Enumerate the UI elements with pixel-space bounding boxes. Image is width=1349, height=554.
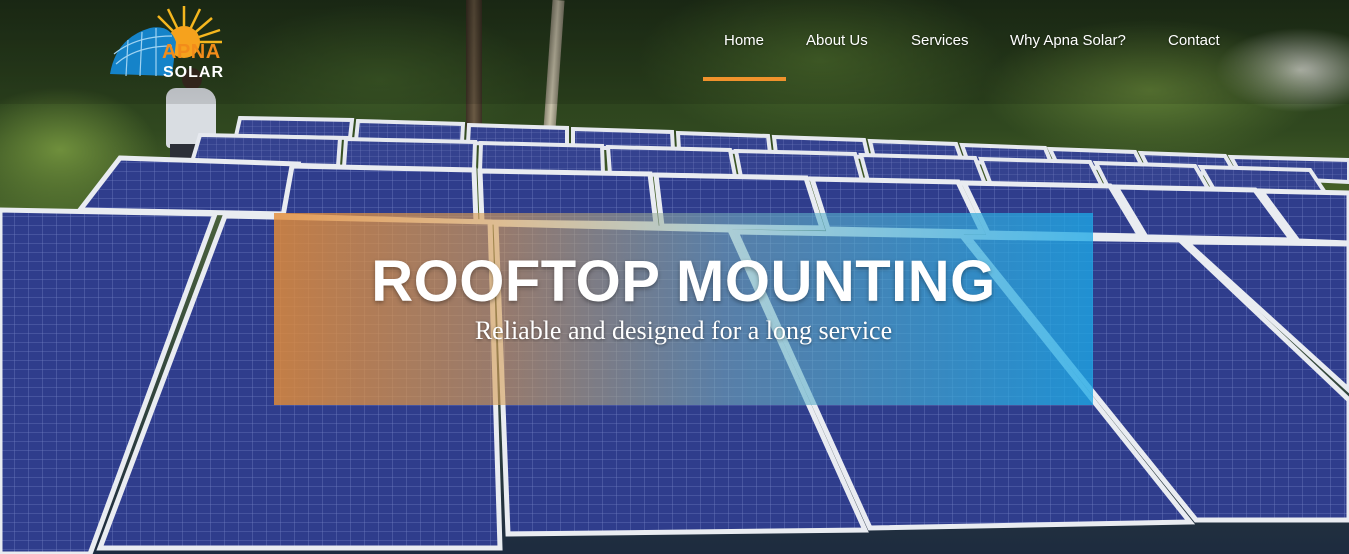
nav-why-apna-solar[interactable]: Why Apna Solar? xyxy=(1010,30,1126,52)
hero-subtitle: Reliable and designed for a long service xyxy=(474,316,893,345)
nav-contact[interactable]: Contact xyxy=(1168,30,1220,52)
nav-services[interactable]: Services xyxy=(911,30,969,52)
site-header: APNA SOLAR Home About Us Services Why Ap… xyxy=(0,0,1349,104)
nav-about-us[interactable]: About Us xyxy=(806,30,868,52)
site-logo[interactable]: APNA SOLAR xyxy=(106,2,228,82)
nav-home[interactable]: Home xyxy=(724,30,764,52)
logo-text-solar: SOLAR xyxy=(163,64,224,81)
logo-text-apna: APNA xyxy=(162,41,221,63)
active-nav-indicator xyxy=(703,77,786,81)
hero-title: ROOFTOP MOUNTING xyxy=(371,249,996,314)
